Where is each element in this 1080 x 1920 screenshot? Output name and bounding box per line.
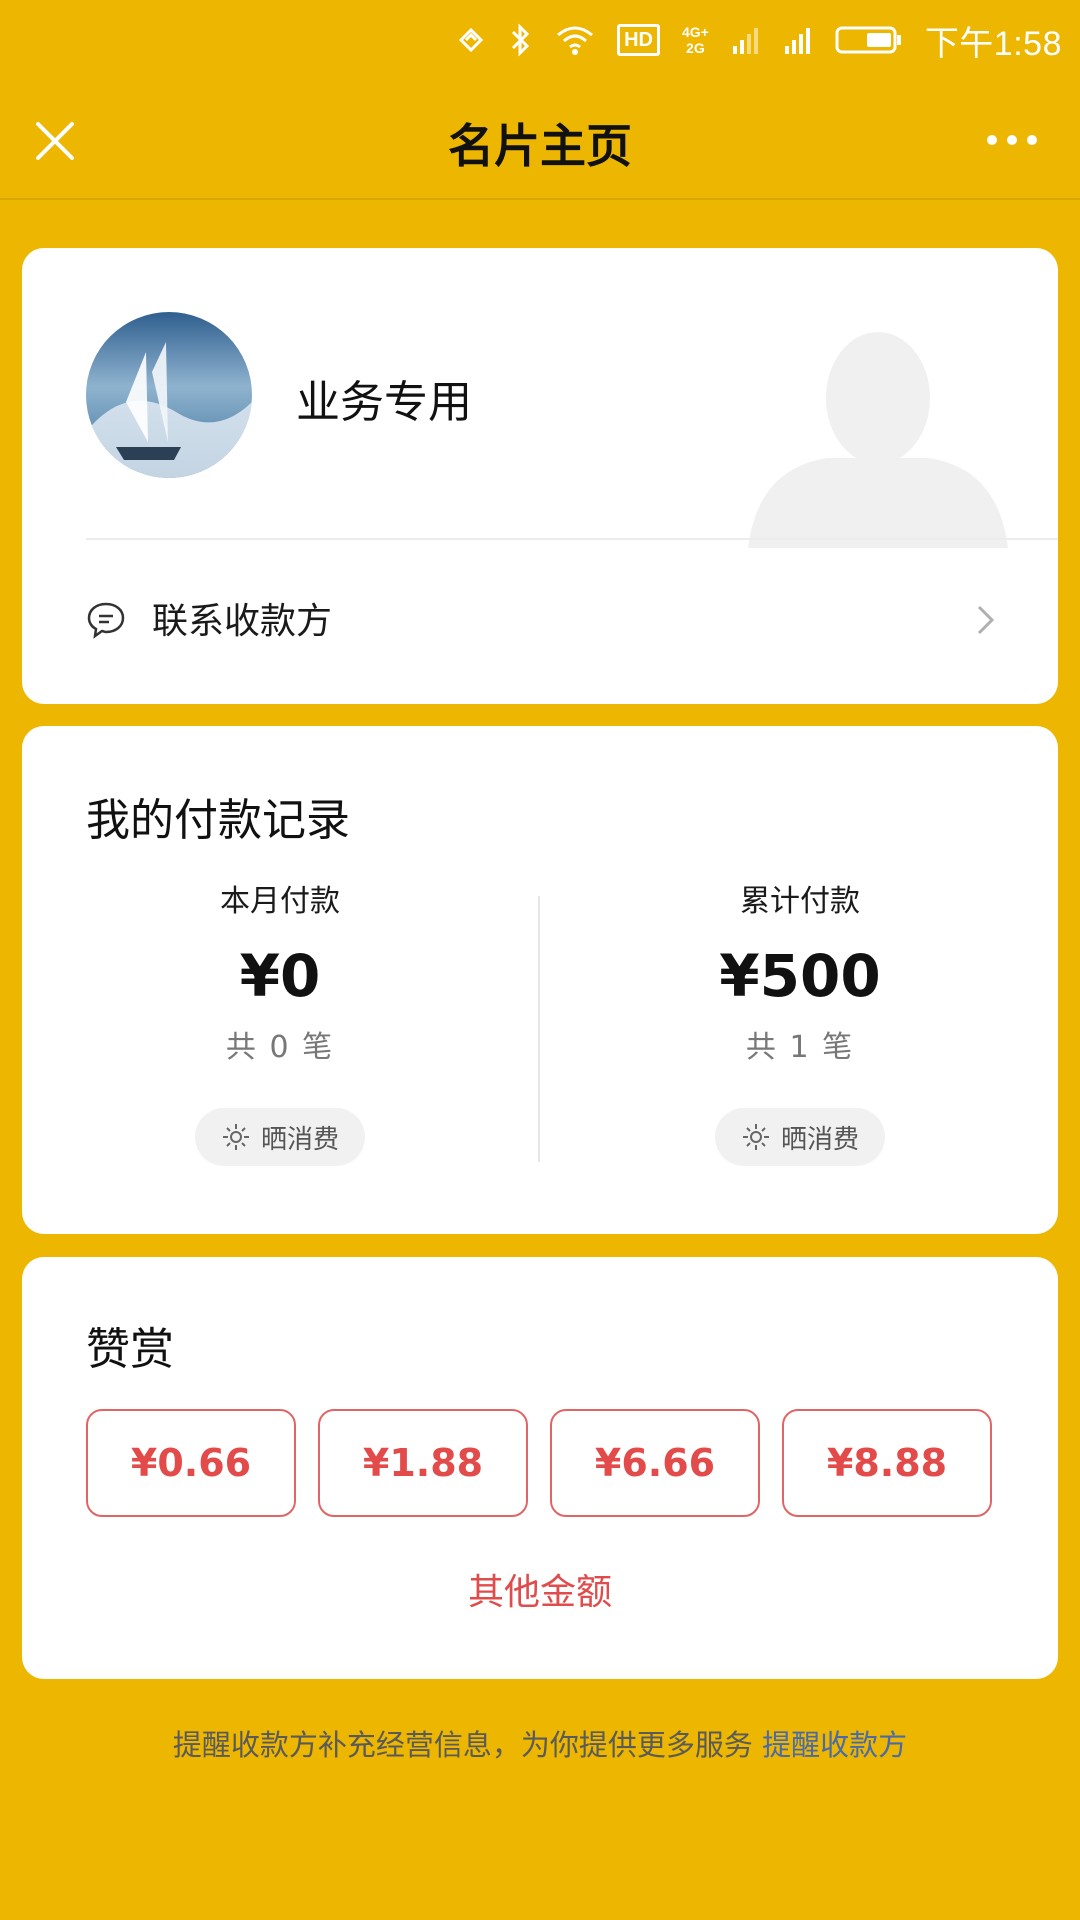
- profile-name: 业务专用: [296, 377, 472, 428]
- month-payment-amount: ¥0: [239, 942, 321, 1010]
- tip-amount-list: ¥0.66 ¥1.88 ¥6.66 ¥8.88: [86, 1409, 992, 1517]
- other-amount-link[interactable]: 其他金额: [468, 1572, 612, 1613]
- page-title: 名片主页: [448, 119, 632, 173]
- total-payment-column: 累计付款 ¥500 共 1 笔 晒消费: [590, 876, 1010, 1166]
- payment-records-card: 我的付款记录 本月付款 ¥0 共 0 笔 晒消费 累计付款 ¥500 共 1 笔…: [22, 726, 1058, 1234]
- wifi-icon: [555, 24, 595, 56]
- tip-title: 赞赏: [86, 1324, 174, 1375]
- signal-icon: [731, 24, 761, 56]
- bluetooth-icon: [509, 22, 533, 58]
- hd-icon: HD: [617, 24, 660, 56]
- signal-icon: [783, 24, 813, 56]
- tip-amount-button[interactable]: ¥0.66: [86, 1409, 296, 1517]
- status-time: 下午1:58: [924, 24, 1062, 63]
- other-amount-row: 其他金额: [22, 1563, 1058, 1615]
- contact-payee-row[interactable]: 联系收款方: [22, 540, 1058, 704]
- footer-notice: 提醒收款方补充经营信息，为你提供更多服务 提醒收款方: [0, 1722, 1080, 1764]
- nav-bar: 名片主页: [0, 80, 1080, 200]
- nfc-icon: [455, 24, 487, 56]
- tip-card: 赞赏 ¥0.66 ¥1.88 ¥6.66 ¥8.88 其他金额: [22, 1257, 1058, 1679]
- month-payment-column: 本月付款 ¥0 共 0 笔 晒消费: [70, 876, 490, 1166]
- remind-payee-link[interactable]: 提醒收款方: [762, 1728, 907, 1762]
- more-icon[interactable]: [984, 130, 1040, 150]
- person-silhouette-icon: [748, 318, 1008, 548]
- profile-card: 业务专用 联系收款方: [22, 248, 1058, 704]
- share-spending-label: 晒消费: [780, 1124, 859, 1155]
- chevron-right-icon: [974, 602, 998, 638]
- battery-icon: [835, 24, 903, 56]
- contact-payee-label: 联系收款方: [152, 601, 333, 642]
- tip-amount-button[interactable]: ¥1.88: [318, 1409, 528, 1517]
- total-payment-label: 累计付款: [740, 884, 860, 919]
- network-type-icon: 4G+ 2G: [682, 24, 709, 56]
- tip-amount-button[interactable]: ¥8.88: [782, 1409, 992, 1517]
- sun-icon: [222, 1124, 249, 1150]
- network-top-label: 4G+: [681, 24, 709, 40]
- avatar[interactable]: [86, 312, 252, 478]
- share-spending-label: 晒消费: [260, 1124, 339, 1155]
- share-spending-button[interactable]: 晒消费: [194, 1108, 365, 1166]
- month-payment-count: 共 0 笔: [225, 1030, 335, 1065]
- footer-text: 提醒收款方补充经营信息，为你提供更多服务: [172, 1728, 753, 1762]
- network-bottom-label: 2G: [686, 40, 705, 56]
- vertical-divider: [538, 896, 540, 1162]
- month-payment-label: 本月付款: [220, 884, 340, 919]
- chat-icon: [86, 600, 126, 640]
- records-title: 我的付款记录: [86, 795, 350, 846]
- total-payment-amount: ¥500: [719, 942, 881, 1010]
- status-bar: HD 4G+ 2G 下午1:58: [0, 0, 1080, 80]
- total-payment-count: 共 1 笔: [745, 1030, 855, 1065]
- share-spending-button[interactable]: 晒消费: [714, 1108, 885, 1166]
- tip-amount-button[interactable]: ¥6.66: [550, 1409, 760, 1517]
- sun-icon: [742, 1124, 769, 1150]
